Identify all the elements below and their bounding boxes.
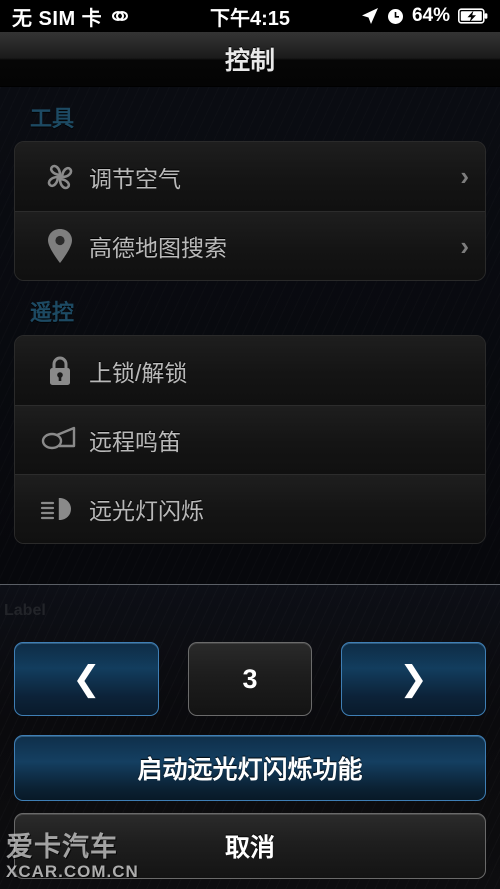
row-adjust-air[interactable]: 调节空气 ›	[15, 142, 485, 211]
cancel-button[interactable]: 取消	[14, 813, 486, 879]
status-bar: 无 SIM 卡 下午4:15 64%	[0, 0, 500, 32]
stepper-next-button[interactable]: ❯	[341, 642, 486, 716]
chevron-right-icon: ❯	[399, 660, 428, 698]
group-tools: 调节空气 › 高德地图搜索 ›	[14, 141, 486, 281]
alarm-clock-icon	[387, 8, 404, 25]
row-label: 高德地图搜索	[89, 235, 227, 261]
navigation-bar: 控制	[0, 32, 500, 87]
row-remote-horn[interactable]: 远程鸣笛	[15, 405, 485, 474]
row-label: 远光灯闪烁	[89, 498, 204, 524]
section-header-remote: 遥控	[30, 300, 75, 325]
row-lock-unlock[interactable]: 上锁/解锁	[15, 336, 485, 405]
status-bar-left: 无 SIM 卡	[12, 2, 131, 31]
row-amap-search[interactable]: 高德地图搜索 ›	[15, 211, 485, 280]
battery-percent-label: 64%	[411, 5, 450, 26]
map-pin-icon	[37, 228, 83, 264]
row-label: 远程鸣笛	[89, 429, 181, 455]
chevron-right-icon: ›	[460, 161, 469, 191]
section-header-tools: 工具	[30, 106, 75, 131]
group-remote: 上锁/解锁 远程鸣笛 远光灯闪烁	[14, 335, 486, 544]
stepper-prev-button[interactable]: ❮	[14, 642, 159, 716]
row-label: 上锁/解锁	[89, 359, 188, 386]
stepper: ❮ 3 ❯	[0, 642, 500, 716]
chevron-left-icon: ❮	[72, 660, 101, 698]
start-highbeam-flash-button[interactable]: 启动远光灯闪烁功能	[14, 735, 486, 801]
carrier-label: 无 SIM 卡	[12, 7, 103, 30]
link-icon	[109, 8, 131, 24]
row-highbeam-flash[interactable]: 远光灯闪烁	[15, 474, 485, 543]
status-bar-right: 64%	[361, 5, 488, 27]
battery-charging-icon	[458, 8, 488, 24]
chevron-right-icon: ›	[460, 230, 469, 261]
action-sheet: Label ❮ 3 ❯ 启动远光灯闪烁功能 取消 爱卡汽车 XCAR.COM.C…	[0, 584, 500, 889]
sheet-label: Label	[4, 602, 46, 619]
highbeam-icon	[37, 495, 83, 523]
page-title: 控制	[224, 47, 275, 75]
settings-list[interactable]: 工具 调节空气 › 高德地图搜索 › 遥控 上锁/解锁 远程鸣笛 远光灯闪烁	[0, 87, 500, 584]
horn-icon	[37, 426, 83, 454]
fan-icon	[37, 160, 83, 194]
row-label: 调节空气	[89, 165, 181, 192]
stepper-value[interactable]: 3	[188, 642, 312, 716]
lock-icon	[37, 354, 83, 388]
location-arrow-icon	[361, 7, 379, 25]
